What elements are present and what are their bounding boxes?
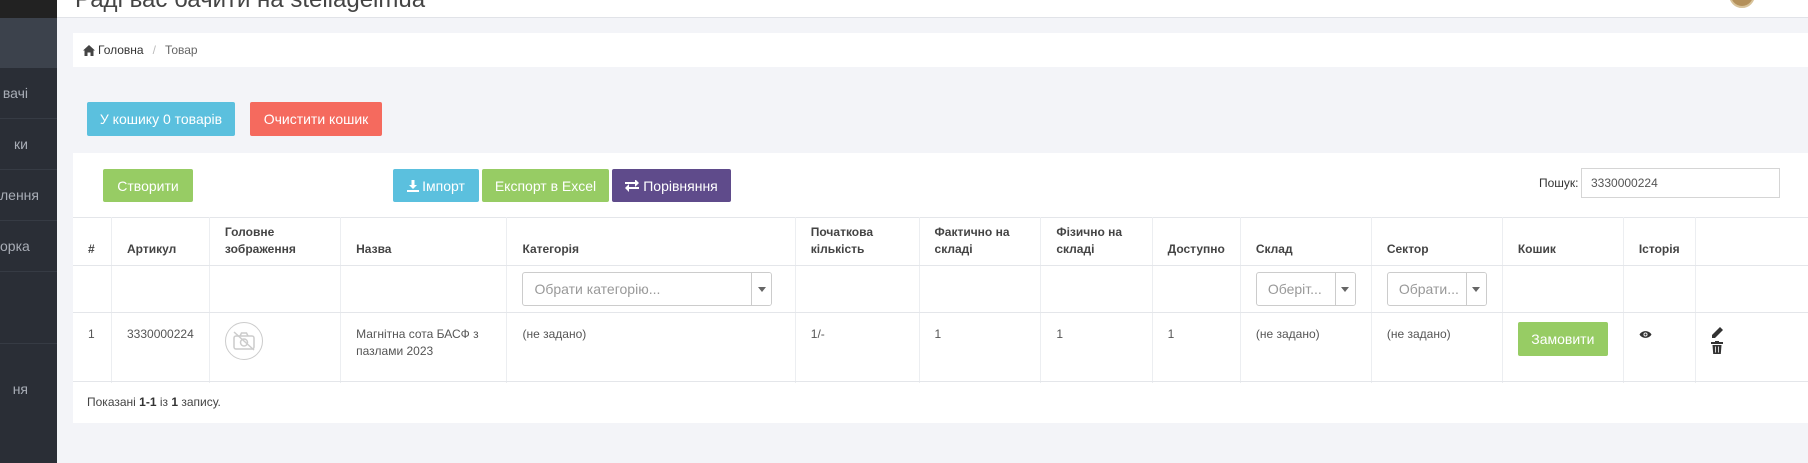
row-actual-stock: 1 (919, 312, 1042, 383)
filter-row: Обрати категорію... Оберіт... Обрати... (73, 265, 1808, 313)
row-number: 1 (73, 312, 112, 383)
table-header-row: # Артикул Головне зображення Назва Катег… (73, 217, 1808, 266)
import-label: Імпорт (422, 177, 465, 194)
clear-cart-button[interactable]: Очистити кошик (250, 102, 382, 136)
column-header[interactable]: Фізично на складі (1040, 217, 1153, 266)
cart-button[interactable]: У кошику 0 товарів (87, 102, 235, 136)
column-header[interactable]: Доступно (1152, 217, 1241, 266)
breadcrumb-current: Товар (164, 43, 198, 57)
row-article: 3330000224 (111, 312, 210, 383)
sidebar-brand (0, 0, 57, 18)
column-header (1695, 217, 1808, 266)
sidebar-item-2[interactable]: ки (0, 119, 57, 170)
column-header[interactable]: Категорія (506, 217, 796, 266)
breadcrumb-home[interactable]: Головна (98, 43, 144, 57)
category-filter-placeholder: Обрати категорію... (534, 281, 661, 297)
breadcrumb-separator: / (152, 43, 156, 57)
column-header[interactable]: Головне зображення (209, 217, 342, 266)
compare-button[interactable]: Порівняння (612, 169, 731, 202)
sidebar-item-5[interactable] (0, 272, 57, 344)
column-header: Історія (1623, 217, 1696, 266)
column-header[interactable]: Склад (1240, 217, 1372, 266)
order-button[interactable]: Замовити (1517, 322, 1608, 356)
column-header[interactable]: Артикул (111, 217, 210, 266)
export-excel-button[interactable]: Експорт в Excel (482, 169, 609, 202)
chevron-down-icon (1334, 273, 1355, 305)
row-warehouse: (не задано) (1240, 312, 1372, 383)
sidebar-item-3[interactable]: лення (0, 170, 57, 221)
column-header[interactable]: # (73, 217, 112, 266)
sector-filter-select[interactable]: Обрати... (1386, 272, 1487, 306)
download-icon (407, 179, 420, 192)
warehouse-filter-placeholder: Оберіт... (1267, 281, 1322, 297)
category-filter-select[interactable]: Обрати категорію... (522, 272, 773, 306)
home-icon (83, 44, 95, 56)
row-available: 1 (1152, 312, 1241, 383)
row-sector: (не задано) (1371, 312, 1503, 383)
summary-middle: із (156, 395, 172, 409)
create-button[interactable]: Створити (103, 169, 193, 202)
compare-label: Порівняння (643, 177, 718, 194)
eye-icon[interactable] (1639, 330, 1652, 339)
page-greeting: Раді вас бачити на stellagelmua (75, 0, 425, 14)
column-header[interactable]: Фактично на складі (919, 217, 1042, 266)
column-header: Кошик (1502, 217, 1624, 266)
products-table: # Артикул Головне зображення Назва Катег… (73, 217, 1808, 383)
column-header[interactable]: Назва (340, 217, 508, 266)
sidebar-item-active[interactable] (0, 18, 57, 68)
table-row: 1 3330000224 Магнітна сота БАСФ з пазлам… (73, 312, 1808, 383)
sector-filter-placeholder: Обрати... (1398, 281, 1459, 297)
search-label: Пошук: (1539, 176, 1579, 190)
sidebar-item-4[interactable]: орка (0, 221, 57, 272)
sidebar: вачі ки лення орка ня (0, 0, 57, 463)
warehouse-filter-select[interactable]: Оберіт... (1255, 272, 1356, 306)
row-initial-qty: 1/- (795, 312, 920, 383)
row-physical-stock: 1 (1040, 312, 1153, 383)
pagination-summary: Показані 1-1 із 1 запису. (87, 395, 221, 409)
trash-icon[interactable] (1710, 341, 1723, 354)
row-category: (не задано) (506, 312, 796, 383)
chevron-down-icon (751, 273, 772, 305)
sidebar-item-suppliers[interactable]: вачі (0, 68, 57, 119)
avatar[interactable] (1729, 0, 1755, 8)
breadcrumb: Головна / Товар (73, 33, 1808, 67)
column-header[interactable]: Сектор (1371, 217, 1503, 266)
sidebar-item-6[interactable]: ня (0, 364, 57, 415)
exchange-icon (625, 179, 640, 192)
sidebar-item-label: ня (12, 381, 28, 397)
row-name: Магнітна сота БАСФ з пазлами 2023 (340, 312, 508, 383)
pencil-icon[interactable] (1711, 326, 1724, 339)
top-bar: Раді вас бачити на stellagelmua (57, 0, 1808, 18)
no-image-camera-icon (224, 322, 263, 360)
summary-suffix: запису. (178, 395, 221, 409)
search-input[interactable] (1581, 168, 1780, 198)
table-footer-divider (73, 381, 1808, 382)
sidebar-item-label: ки (14, 136, 28, 152)
sidebar-item-label: вачі (2, 85, 28, 101)
chevron-down-icon (1465, 273, 1486, 305)
sidebar-item-label: лення (0, 187, 39, 203)
sidebar-item-label: орка (0, 238, 30, 254)
column-header[interactable]: Початкова кількість (795, 217, 920, 266)
summary-prefix: Показані (87, 395, 140, 409)
import-button[interactable]: Імпорт (393, 169, 479, 202)
summary-range: 1-1 (139, 395, 157, 409)
